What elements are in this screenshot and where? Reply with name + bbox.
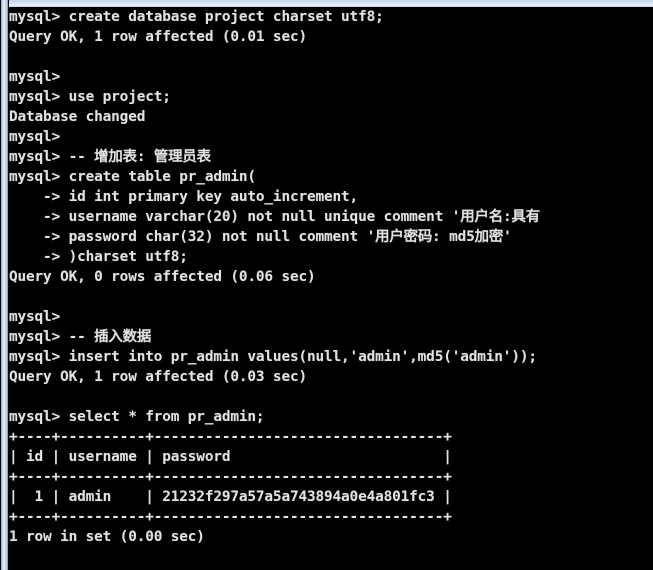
terminal-line: Query OK, 1 row affected (0.01 sec) (9, 29, 307, 45)
terminal-line: 1 row in set (0.00 sec) (9, 529, 205, 545)
terminal-line: +----+----------+-----------------------… (9, 429, 452, 445)
console-output: mysql> create database project charset u… (9, 7, 653, 567)
terminal-line: Query OK, 0 rows affected (0.06 sec) (9, 269, 316, 285)
terminal-line: Database changed (9, 109, 146, 125)
terminal-line: -> username varchar(20) not null unique … (9, 209, 540, 225)
terminal-line: | id | username | password | (9, 449, 452, 465)
terminal-line: mysql> -- 增加表: 管理员表 (9, 149, 211, 165)
terminal-line: mysql> insert into pr_admin values(null,… (9, 349, 537, 365)
terminal-screen[interactable]: mysql> create database project charset u… (9, 7, 653, 570)
terminal-line: -> id int primary key auto_increment, (9, 189, 359, 205)
terminal-line: +----+----------+-----------------------… (9, 469, 452, 485)
window-left-frame-edge (0, 0, 9, 570)
terminal-line: +----+----------+-----------------------… (9, 509, 452, 525)
terminal-line: Query OK, 1 row affected (0.03 sec) (9, 369, 307, 385)
terminal-line: mysql> use project; (9, 89, 171, 105)
terminal-line: mysql> create table pr_admin( (9, 169, 256, 185)
terminal-line: -> password char(32) not null comment '用… (9, 229, 512, 245)
mysql-console-window: mysql> create database project charset u… (0, 0, 653, 570)
terminal-line: -> )charset utf8; (9, 249, 188, 265)
terminal-line: | 1 | admin | 21232f297a57a5a743894a0e4a… (9, 489, 452, 505)
terminal-line: mysql> (9, 129, 61, 145)
terminal-line: mysql> -- 插入数据 (9, 329, 152, 345)
terminal-line: mysql> create database project charset u… (9, 9, 384, 25)
terminal-line: mysql> (9, 69, 61, 85)
terminal-line: mysql> (9, 309, 61, 325)
window-top-frame-edge (0, 0, 653, 7)
terminal-line: mysql> select * from pr_admin; (9, 409, 265, 425)
